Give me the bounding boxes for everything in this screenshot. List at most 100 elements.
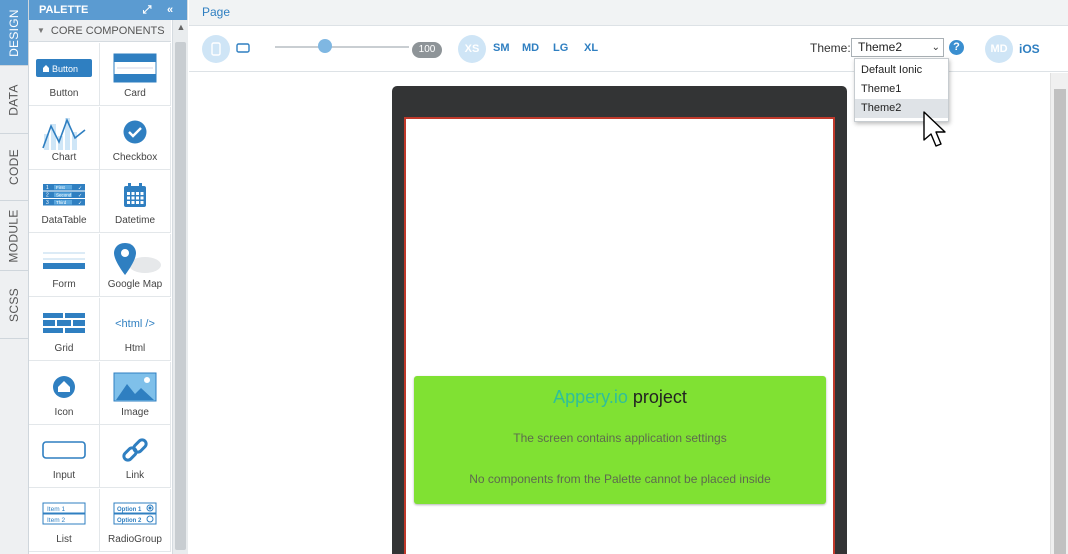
palette-item-google-map[interactable]: Google Map (100, 234, 171, 298)
tab-data[interactable]: DATA (0, 66, 28, 134)
tab-module[interactable]: MODULE (0, 201, 28, 271)
palette-item-label: Card (124, 88, 146, 99)
palette-section[interactable]: ▼ CORE COMPONENTS (29, 20, 171, 42)
svg-text:Option 1: Option 1 (117, 507, 142, 513)
link-icon (105, 433, 165, 467)
palette-item-input[interactable]: Input (29, 425, 100, 489)
tab-design[interactable]: DESIGN (0, 0, 28, 66)
breakpoint-xs[interactable]: XS (458, 35, 486, 63)
svg-text:✓: ✓ (78, 186, 82, 192)
palette-item-html[interactable]: <html /> Html (100, 297, 171, 361)
phone-landscape-button[interactable] (236, 42, 250, 56)
svg-text:2: 2 (46, 193, 49, 199)
palette-scrollbar[interactable]: ▲ (172, 20, 188, 554)
palette-item-datetime[interactable]: Datetime (100, 170, 171, 234)
design-canvas[interactable]: Appery.io project The screen contains ap… (189, 73, 1050, 554)
palette-item-button[interactable]: Button Button (29, 43, 100, 106)
card-line-1: The screen contains application settings (513, 431, 727, 445)
palette-item-list[interactable]: Item 1 Item 2 List (29, 488, 100, 552)
map-pin-icon (105, 242, 165, 276)
help-icon[interactable]: ? (949, 40, 964, 55)
tab-code[interactable]: CODE (0, 134, 28, 201)
palette-item-label: Html (124, 342, 146, 354)
palette-panel: PALETTE ⤢ « ▼ CORE COMPONENTS Button Butt… (29, 0, 188, 554)
zoom-slider[interactable] (275, 46, 409, 48)
svg-text:✓: ✓ (78, 201, 82, 207)
button-icon: Button (34, 51, 94, 85)
svg-text:First: First (56, 185, 65, 190)
theme-option-default[interactable]: Default Ionic (855, 61, 948, 80)
palette-item-icon[interactable]: Icon (29, 361, 100, 425)
svg-text:1: 1 (46, 185, 49, 191)
card-icon (105, 51, 165, 85)
chart-icon (34, 115, 94, 150)
canvas-scrollbar[interactable] (1050, 73, 1068, 554)
scroll-up-icon[interactable]: ▲ (176, 22, 186, 32)
palette-item-label: Chart (51, 151, 77, 163)
collapse-panel-icon[interactable]: « (163, 3, 177, 17)
tab-page[interactable]: Page (202, 5, 230, 19)
palette-item-label: Button (49, 88, 79, 99)
calendar-icon (105, 178, 165, 212)
phone-portrait-button[interactable] (202, 35, 230, 63)
device-frame: Appery.io project The screen contains ap… (392, 86, 847, 554)
svg-text:3: 3 (46, 200, 49, 206)
mode-md-button[interactable]: MD (985, 35, 1013, 63)
svg-text:Option 2: Option 2 (117, 518, 142, 524)
checkbox-icon (105, 115, 165, 149)
palette-header: PALETTE ⤢ « (29, 0, 187, 20)
palette-item-label: RadioGroup (108, 533, 162, 545)
home-icon (34, 370, 94, 404)
breakpoint-xl[interactable]: XL (584, 42, 598, 54)
palette-item-label: DataTable (41, 215, 87, 227)
device-screen[interactable]: Appery.io project The screen contains ap… (404, 117, 835, 554)
breakpoint-lg[interactable]: LG (553, 42, 568, 54)
svg-text:Item 2: Item 2 (47, 517, 65, 524)
phone-icon (211, 42, 221, 56)
zoom-value: 100 (412, 42, 442, 58)
palette-item-image[interactable]: Image (100, 361, 171, 425)
theme-option-theme1[interactable]: Theme1 (855, 80, 948, 99)
palette-item-link[interactable]: Link (100, 425, 171, 489)
palette-item-label: Google Map (107, 279, 163, 291)
svg-text:<html />: <html /> (115, 318, 155, 330)
card-title: Appery.io project (553, 387, 687, 407)
breakpoint-md[interactable]: MD (522, 42, 539, 54)
palette-item-label: Datetime (114, 215, 155, 227)
palette-item-datatable[interactable]: 1 First ✓ 2 Second ✓ 3 Third ✓ DataTable (29, 170, 100, 234)
canvas-scroll-thumb[interactable] (1054, 89, 1066, 554)
palette-item-card[interactable]: Card (100, 43, 171, 106)
theme-select[interactable]: Theme2 ⌄ (851, 38, 944, 57)
palette-item-checkbox[interactable]: Checkbox (100, 106, 171, 170)
palette-item-label: Link (125, 470, 145, 482)
palette-item-form[interactable]: Form (29, 234, 100, 298)
side-tabs: DESIGN DATA CODE MODULE SCSS (0, 0, 29, 554)
palette-item-label: Grid (54, 342, 74, 354)
image-icon (105, 370, 165, 404)
triangle-down-icon: ▼ (37, 26, 45, 35)
palette-item-label: Checkbox (112, 151, 158, 163)
palette-item-label: Icon (54, 406, 74, 418)
card-line-2: No components from the Palette cannot be… (469, 472, 771, 486)
form-icon (34, 242, 94, 276)
svg-text:Button: Button (52, 64, 78, 74)
radiogroup-icon: Option 1 Option 2 (105, 497, 165, 531)
breakpoint-sm[interactable]: SM (493, 42, 510, 54)
svg-text:Item 1: Item 1 (47, 506, 65, 513)
mouse-cursor-icon (923, 111, 946, 147)
palette-item-chart[interactable]: Chart (29, 106, 100, 170)
mode-ios-button[interactable]: iOS (1019, 42, 1040, 56)
palette-item-label: Image (121, 406, 149, 418)
palette-item-radiogroup[interactable]: Option 1 Option 2 RadioGroup (100, 488, 171, 552)
palette-item-grid[interactable]: Grid (29, 297, 100, 361)
expand-icon[interactable]: ⤢ (140, 3, 154, 17)
zoom-slider-handle[interactable] (318, 39, 332, 53)
chevron-down-icon: ⌄ (931, 42, 940, 53)
palette-item-label: Input (52, 470, 76, 482)
theme-label: Theme: (810, 41, 851, 55)
palette-item-label: Form (52, 279, 76, 291)
palette-scroll-thumb[interactable] (175, 42, 186, 550)
svg-text:Third: Third (56, 200, 67, 205)
grid-icon (34, 306, 94, 340)
tab-scss[interactable]: SCSS (0, 271, 28, 339)
